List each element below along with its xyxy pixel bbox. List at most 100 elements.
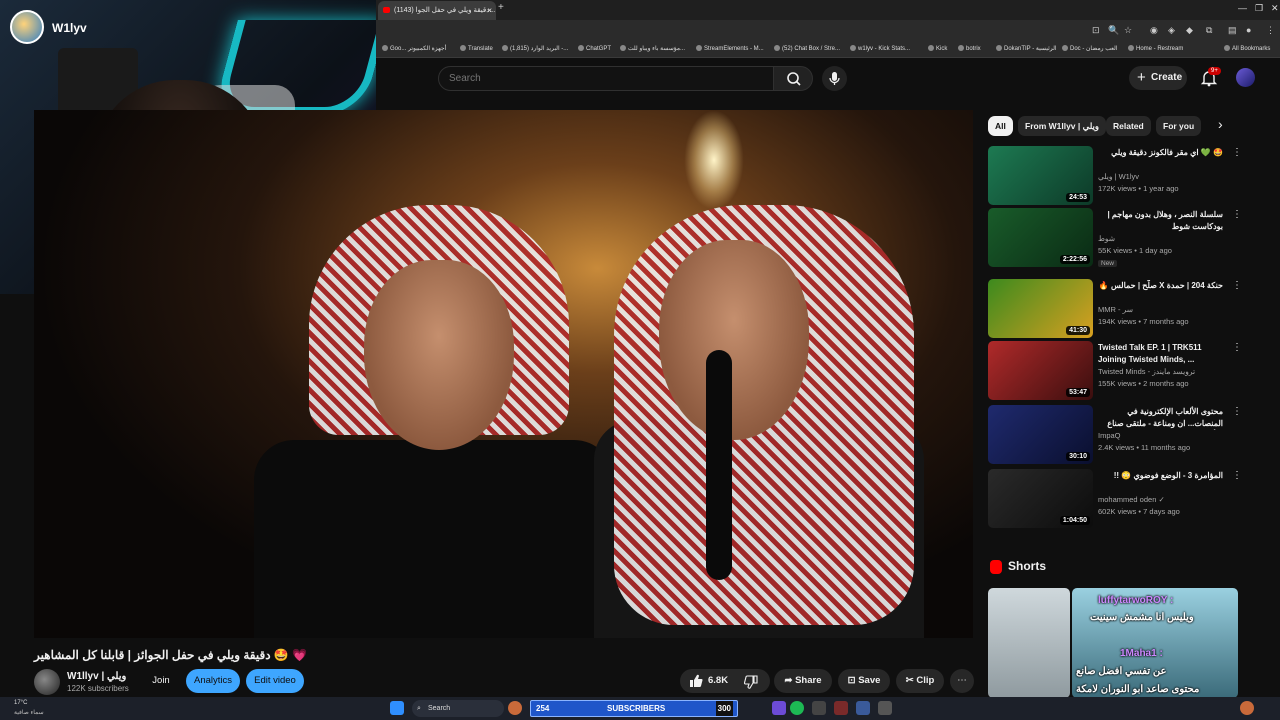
maximize-icon[interactable]: ❐ — [1255, 3, 1263, 14]
bookmark-item[interactable]: Translate — [460, 45, 493, 52]
app-icon[interactable] — [772, 701, 786, 715]
create-button[interactable]: + Create — [1129, 66, 1187, 90]
app-icon[interactable] — [878, 701, 892, 715]
minimize-icon[interactable]: — — [1238, 3, 1247, 13]
new-tab-button[interactable]: + — [498, 2, 504, 13]
video-thumbnail[interactable]: 2:22:56 — [988, 208, 1093, 267]
weather-temperature: 17°C — [14, 700, 28, 706]
thumbs-down-icon[interactable] — [744, 675, 758, 689]
recommendation-title[interactable]: 🤩 💚 اي مقر فالكونز دقيقة ويلي — [1098, 147, 1223, 159]
recommendation-item[interactable]: 53:47 Twisted Talk EP. 1 | TRK511 Joining… — [988, 341, 1248, 401]
video-thumbnail[interactable]: 24:53 — [988, 146, 1093, 205]
mascot-icon[interactable] — [508, 701, 522, 715]
recommendation-item[interactable]: 30:10 محتوى الألعاب الإلكترونية في المنصا… — [988, 405, 1248, 465]
window-close-icon[interactable]: ✕ — [1271, 3, 1279, 14]
recommendation-channel[interactable]: Twisted Minds - ترويسد مايندز — [1098, 367, 1195, 376]
install-icon[interactable]: ⊡ — [1092, 25, 1100, 36]
app-icon[interactable] — [856, 701, 870, 715]
thumbs-up-icon[interactable] — [689, 674, 703, 688]
more-vert-icon[interactable]: ⋮ — [1232, 280, 1242, 291]
bookmark-icon — [620, 45, 626, 51]
recommendation-title[interactable]: حنكة 204 | حمدة X صلّح | حمالس 🔥 — [1098, 280, 1223, 292]
recommendation-item[interactable]: 41:30 حنكة 204 | حمدة X صلّح | حمالس 🔥 MMR… — [988, 279, 1248, 339]
ceiling-light — [684, 110, 744, 210]
bookmark-item[interactable]: Home - Restream — [1128, 45, 1183, 52]
chip-from-channel[interactable]: From W1llyv | ويلي — [1018, 116, 1107, 136]
more-actions-button[interactable]: ⋯ — [950, 669, 974, 693]
extension-icon[interactable]: ◉ — [1150, 25, 1158, 36]
more-vert-icon[interactable]: ⋮ — [1232, 209, 1242, 220]
extension-icon[interactable]: ◈ — [1168, 25, 1175, 36]
chevron-right-icon[interactable]: › — [1218, 116, 1223, 132]
recommendation-title[interactable]: المؤامرة 3 - الوضع فوضوي 😳 !! — [1098, 470, 1223, 482]
video-thumbnail[interactable]: 30:10 — [988, 405, 1093, 464]
save-button[interactable]: ⊡ Save — [838, 669, 890, 693]
more-vert-icon[interactable]: ⋮ — [1232, 342, 1242, 353]
edit-video-button[interactable]: Edit video — [246, 669, 304, 693]
video-thumbnail[interactable]: 41:30 — [988, 279, 1093, 338]
tab-close-icon[interactable]: × — [487, 1, 492, 20]
search-button[interactable] — [773, 66, 813, 91]
recommendation-channel[interactable]: mohammed oden ✓ — [1098, 495, 1165, 504]
browser-tab[interactable]: (1143) دقيقة ويلي في حفل الجوا... × — [378, 1, 496, 20]
taskbar-search[interactable]: ⌕ Search — [412, 700, 504, 717]
channel-name[interactable]: W1llyv | ويلي — [67, 671, 126, 682]
bookmark-item[interactable]: Goo... أجهزة الكمبيوتر — [382, 45, 446, 52]
bookmark-item[interactable]: (52) Chat Box / Stre... — [774, 45, 840, 52]
more-vert-icon[interactable]: ⋮ — [1232, 147, 1242, 158]
puzzle-icon[interactable]: ⧉ — [1206, 25, 1212, 36]
video-player[interactable] — [34, 110, 973, 638]
bookmark-item[interactable]: Doc - العب رمضان — [1062, 45, 1118, 52]
recommendation-title[interactable]: محتوى الألعاب الإلكترونية في المنصات... … — [1098, 406, 1223, 430]
all-bookmarks[interactable]: All Bookmarks — [1224, 45, 1270, 52]
bookmark-item[interactable]: botrix — [958, 45, 981, 52]
chip-for-you[interactable]: For you — [1156, 116, 1202, 136]
chip-all[interactable]: All — [988, 116, 1013, 136]
recommendation-item[interactable]: 24:53 🤩 💚 اي مقر فالكونز دقيقة ويلي ويلي |… — [988, 146, 1248, 206]
share-button[interactable]: ➦ Share — [774, 669, 832, 693]
bookmark-item[interactable]: StreamElements - M... — [696, 45, 764, 52]
spotify-icon[interactable] — [790, 701, 804, 715]
analytics-button[interactable]: Analytics — [186, 669, 240, 693]
bookmark-item[interactable]: w1lyv - Kick Stats... — [850, 45, 910, 52]
channel-avatar[interactable] — [34, 669, 60, 695]
join-button[interactable]: Join — [144, 669, 178, 693]
recommendation-channel[interactable]: ويلي | W1lyv — [1098, 172, 1139, 181]
chip-related[interactable]: Related — [1106, 116, 1151, 136]
clip-button[interactable]: ✂ Clip — [896, 669, 944, 693]
recommendation-title[interactable]: Twisted Talk EP. 1 | TRK511 Joining Twis… — [1098, 342, 1223, 366]
recommendation-channel[interactable]: شوط — [1098, 234, 1115, 243]
recommendation-meta: 55K views • 1 day ago — [1098, 246, 1172, 255]
account-avatar[interactable] — [1236, 68, 1255, 87]
video-thumbnail[interactable]: 1:04:50 — [988, 469, 1093, 528]
recommendation-item[interactable]: 1:04:50 المؤامرة 3 - الوضع فوضوي 😳 !! moha… — [988, 469, 1248, 529]
recommendation-channel[interactable]: MMR - سر — [1098, 305, 1133, 314]
bookmark-item[interactable]: DokanTIP - الرئيسية — [996, 45, 1057, 52]
profile-icon[interactable]: ● — [1246, 25, 1251, 35]
more-vert-icon[interactable]: ⋮ — [1232, 406, 1242, 417]
recommendation-title[interactable]: سلسلة النصر ، وهلال بدون مهاجم | بودكاست… — [1098, 209, 1223, 233]
shorts-icon — [990, 560, 1002, 574]
more-vert-icon[interactable]: ⋮ — [1232, 470, 1242, 481]
search-box[interactable] — [438, 66, 774, 91]
video-thumbnail[interactable]: 53:47 — [988, 341, 1093, 400]
app-icon[interactable] — [834, 701, 848, 715]
recommendation-item[interactable]: 2:22:56 سلسلة النصر ، وهلال بدون مهاجم | … — [988, 208, 1248, 268]
voice-search-button[interactable] — [822, 66, 847, 91]
bookmark-star-icon[interactable]: ☆ — [1124, 25, 1132, 36]
bookmark-icon — [1128, 45, 1134, 51]
bookmark-item[interactable]: ChatGPT — [578, 45, 611, 52]
windows-start-icon[interactable] — [390, 701, 404, 715]
sidebar-icon[interactable]: ▤ — [1228, 25, 1237, 36]
bookmark-item[interactable]: Kick — [928, 45, 947, 52]
app-icon[interactable] — [812, 701, 826, 715]
zoom-icon[interactable]: 🔍 — [1108, 25, 1119, 36]
search-input[interactable] — [439, 67, 773, 90]
bookmark-item[interactable]: مؤسسة باء ويباو للت... — [620, 45, 685, 52]
bookmark-item[interactable]: (1,815) البريد الوارد -... — [502, 45, 568, 52]
extension-icon[interactable]: ◆ — [1186, 25, 1193, 36]
create-label: Create — [1151, 72, 1183, 83]
short-thumbnail[interactable] — [988, 588, 1070, 698]
browser-menu-icon[interactable]: ⋮ — [1266, 25, 1275, 36]
recommendation-channel[interactable]: ImpaQ — [1098, 431, 1121, 440]
